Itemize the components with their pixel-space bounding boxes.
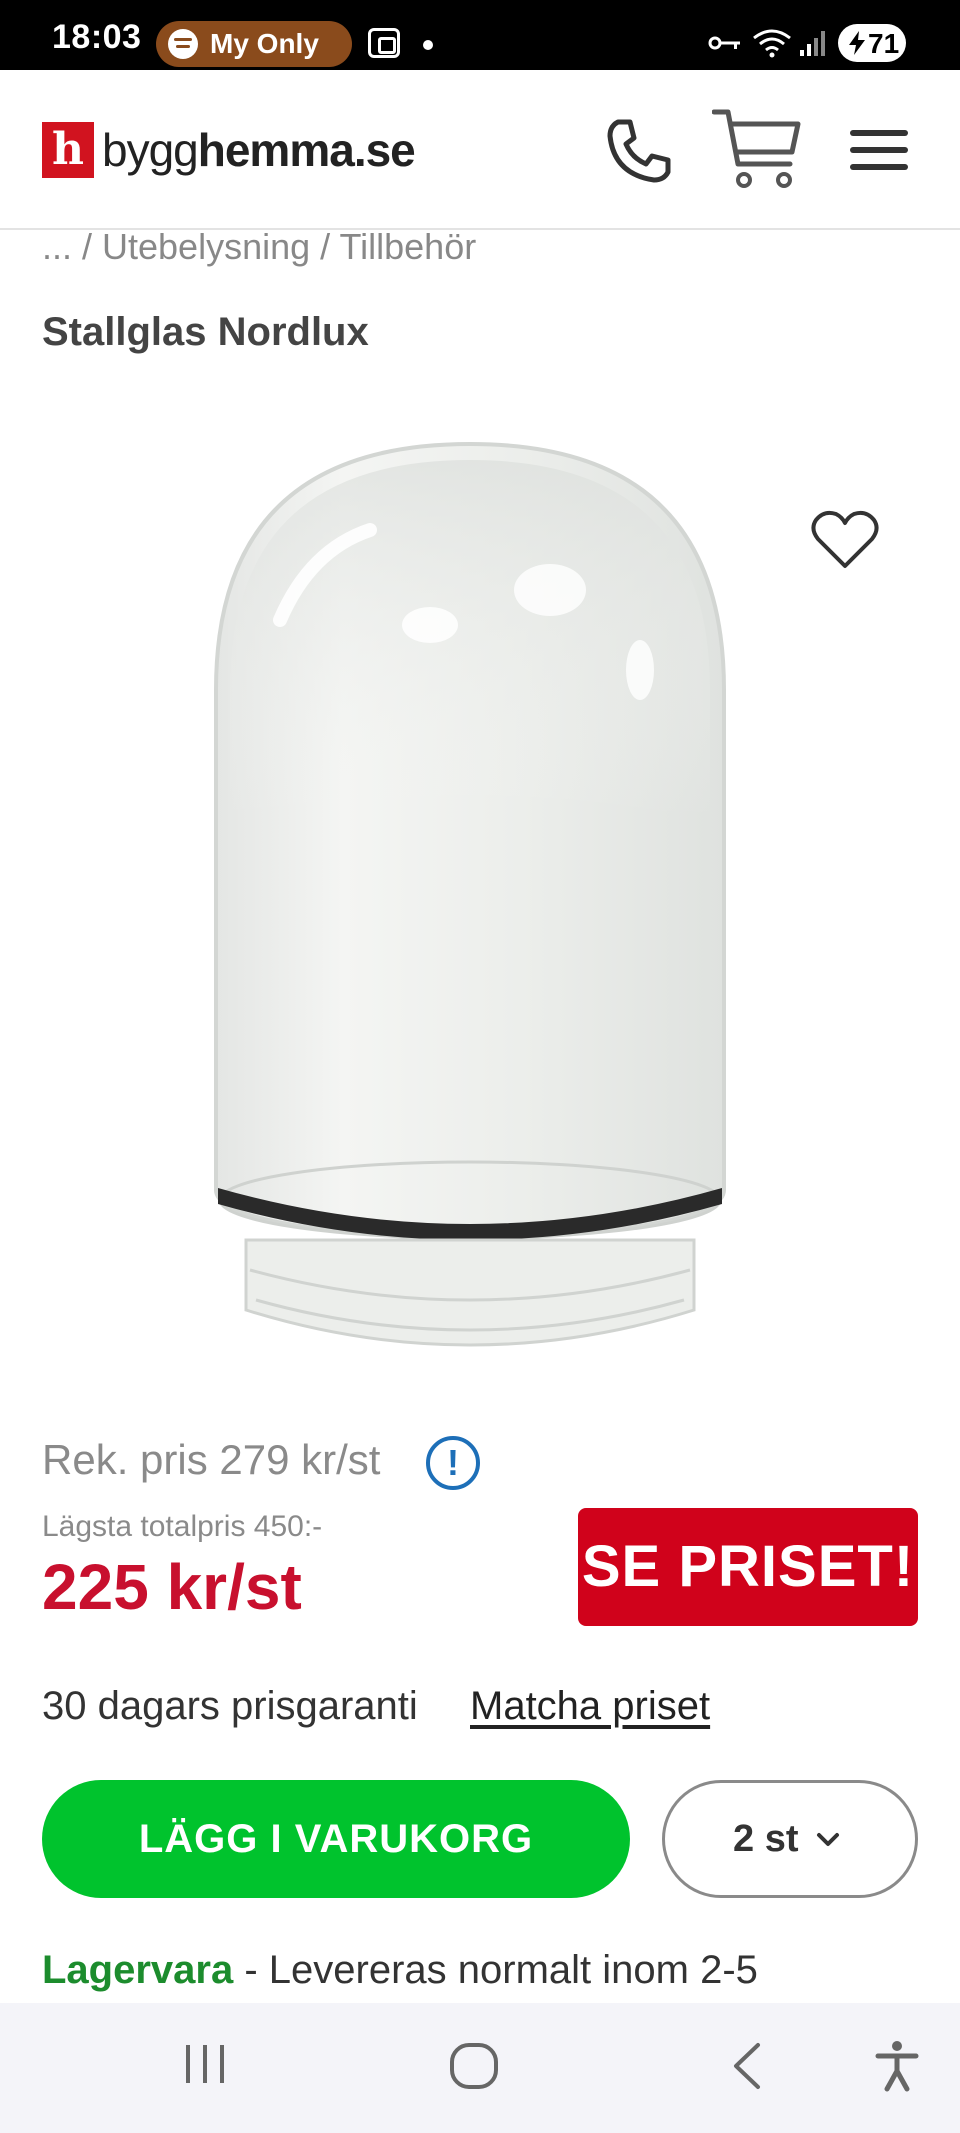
charging-bolt-icon — [849, 31, 865, 55]
accessibility-icon[interactable] — [874, 2039, 920, 2093]
battery-indicator: 71 — [838, 24, 906, 62]
lowest-total-price: Lägsta totalpris 450:- — [42, 1510, 323, 1543]
info-icon[interactable]: ! — [426, 1436, 480, 1490]
cart-icon[interactable] — [712, 106, 802, 192]
battery-level: 71 — [868, 28, 900, 59]
product-title: Stallglas Nordlux — [42, 310, 369, 354]
notification-dot-icon — [423, 40, 433, 50]
back-icon[interactable] — [724, 2039, 768, 2093]
home-icon[interactable] — [448, 2039, 502, 2093]
breadcrumb[interactable]: ... / Utebelysning / Tillbehör — [42, 226, 476, 268]
recommended-price: Rek. pris 279 kr/st — [42, 1436, 381, 1483]
logo-mark[interactable]: h — [42, 122, 94, 178]
status-time: 18:03 — [52, 18, 142, 56]
site-header: h bygghemma.se — [0, 70, 960, 230]
match-price-link[interactable]: Matcha priset — [470, 1684, 710, 1729]
stock-info: Lagervara - Levereras normalt inom 2-5 — [42, 1948, 758, 1993]
price-guarantee-text: 30 dagars prisgaranti — [42, 1684, 418, 1728]
status-bar: 18:03 My Only 71 — [0, 0, 960, 70]
delivery-text: - Levereras normalt inom 2-5 — [233, 1948, 758, 1992]
logo-text-part-a: bygg — [102, 124, 199, 176]
media-pill[interactable]: My Only — [156, 21, 352, 67]
quantity-value: 2 st — [733, 1818, 799, 1860]
recent-apps-icon[interactable] — [180, 2039, 230, 2089]
phone-icon[interactable] — [604, 116, 674, 186]
logo-wordmark[interactable]: bygghemma.se — [102, 122, 416, 178]
screenshot-icon — [368, 28, 400, 58]
heart-icon[interactable] — [810, 510, 880, 572]
signal-icon — [800, 31, 825, 56]
see-price-badge[interactable]: SE PRISET! — [578, 1508, 918, 1626]
wifi-icon — [753, 29, 791, 58]
product-price: 225 kr/st — [42, 1551, 302, 1623]
stock-status: Lagervara — [42, 1948, 234, 1992]
menu-icon[interactable] — [850, 126, 908, 174]
vpn-key-icon — [708, 36, 740, 50]
system-nav-bar — [0, 2003, 960, 2133]
add-to-cart-button[interactable]: LÄGG I VARUKORG — [42, 1780, 630, 1898]
quantity-select[interactable]: 2 st — [662, 1780, 918, 1898]
media-pill-text: My Only — [210, 28, 319, 59]
logo-text-part-b: hemma.se — [197, 124, 416, 176]
spotify-icon — [168, 29, 198, 59]
chevron-down-icon — [817, 1833, 839, 1846]
product-image[interactable] — [200, 440, 740, 1390]
